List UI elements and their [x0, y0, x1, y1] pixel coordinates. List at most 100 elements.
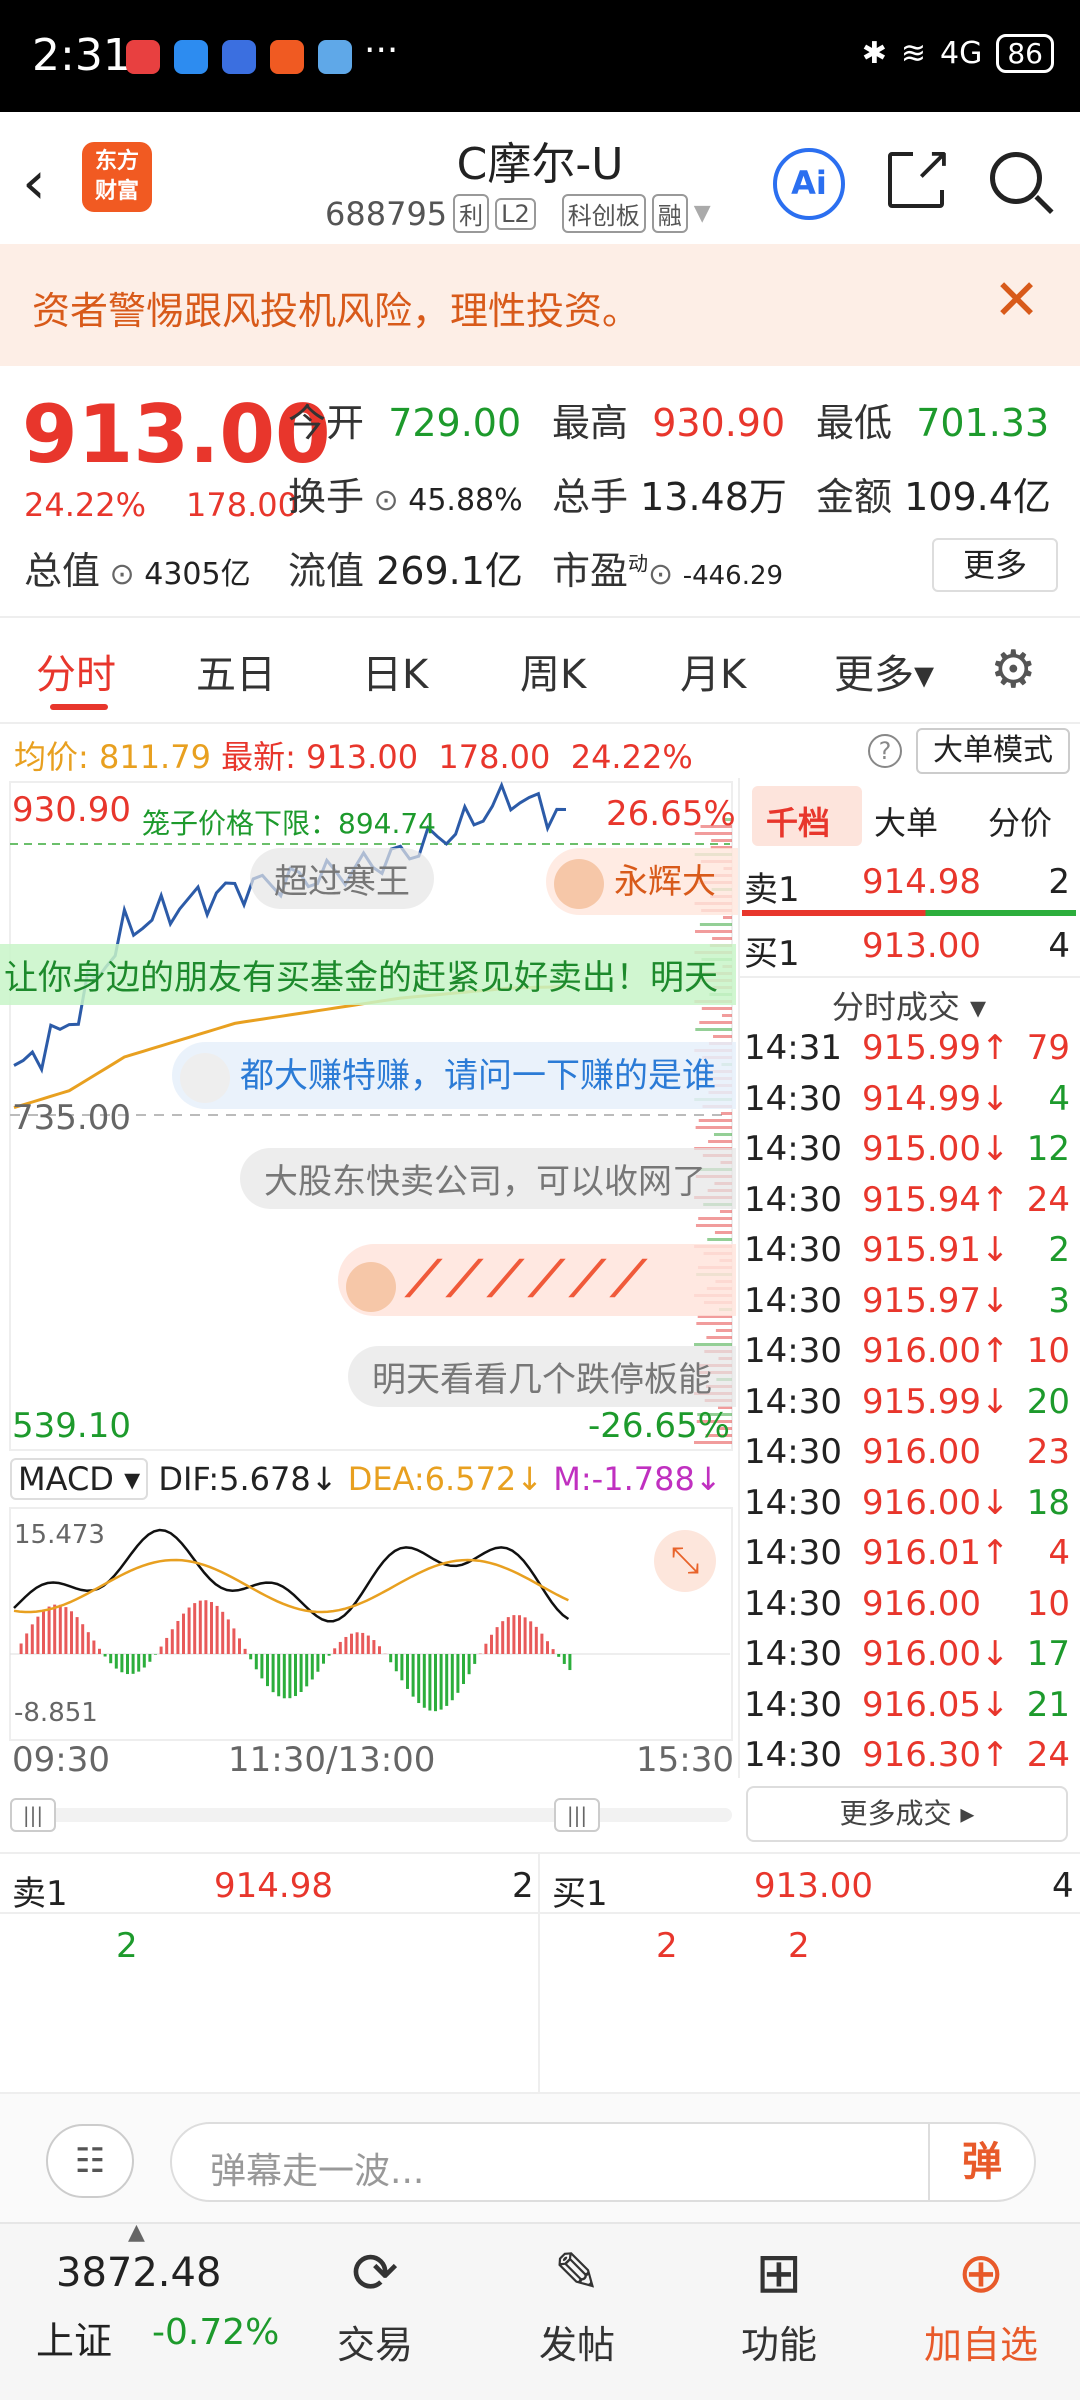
danmu-comment[interactable]: 超过寒王 [250, 848, 434, 909]
help-icon[interactable]: ? [868, 734, 902, 768]
macd-bar [25, 1633, 29, 1654]
time-axis-label: 09:30 [12, 1740, 110, 1780]
chevron-up-icon[interactable]: ▲ [128, 2220, 145, 2245]
more-quote-button[interactable]: 更多 [932, 538, 1058, 592]
tick-row: 14:30 915.91↓ 2 [744, 1230, 1076, 1280]
buy1-row: 买1 913.00 4 [744, 926, 1076, 976]
tick-volume: 4 [1048, 1078, 1070, 1119]
tab-order-book[interactable]: 千档 [766, 798, 830, 844]
volume-bar [711, 839, 732, 842]
macd-selector[interactable]: MACD ▾ [10, 1458, 149, 1500]
nav-add-watchlist[interactable]: ⊕ 加自选 [916, 2234, 1046, 2369]
tick-time: 14:30 [744, 1684, 842, 1725]
macd-bar [53, 1604, 57, 1654]
sell1-price: 914.98 [862, 862, 981, 902]
danmu-toggle-button[interactable]: 弹 [928, 2124, 1034, 2200]
macd-bar [310, 1654, 314, 1680]
volume-bar [695, 1028, 732, 1031]
search-icon[interactable] [990, 152, 1042, 204]
tab-more[interactable]: 更多▾ [834, 642, 934, 700]
tick-time: 14:30 [744, 1331, 842, 1371]
macd-bar [355, 1632, 359, 1654]
more-ticks-button[interactable]: 更多成交 ▸ [746, 1786, 1068, 1842]
macd-bar [277, 1654, 281, 1697]
buy1-volume: 4 [1052, 1866, 1074, 1906]
nav-label: 功能 [740, 2323, 817, 2367]
tick-volume: 20 [1026, 1381, 1070, 1422]
tick-price: 916.00↓ [862, 1482, 1010, 1523]
gear-icon[interactable]: ⚙ [990, 640, 1037, 700]
volume-bar [695, 1224, 732, 1227]
tab-daily-k[interactable]: 日K [362, 642, 428, 700]
info-icon[interactable]: ⊙ [648, 557, 683, 592]
macd-bar [439, 1654, 443, 1710]
share-icon[interactable] [888, 136, 952, 208]
danmu-emoji-comment[interactable]: ⟋⟋⟋⟋⟋⟋ [338, 1244, 736, 1316]
macd-bar [501, 1621, 505, 1654]
float-label: 流值 [288, 549, 365, 593]
danmu-input[interactable]: 弹幕走一波... 弹 [170, 2122, 1036, 2202]
wifi-icon: ≋ [900, 36, 927, 71]
buy1-label: 买1 [552, 1874, 608, 1914]
range-handle-right[interactable]: ||| [554, 1798, 600, 1832]
low-label: 最低 [816, 401, 893, 445]
nav-trade[interactable]: ⟳ 交易 [310, 2234, 440, 2369]
macd-bar [81, 1624, 85, 1654]
danmu-comment[interactable]: 让你身边的朋友有买基金的赶紧见好卖出！明天 [0, 944, 736, 1005]
tick-price: 914.99↓ [862, 1078, 1010, 1119]
quote-panel: 913.00 24.22% 178.00 今开 729.00 最高 930.90… [0, 366, 1080, 616]
macd-bar [238, 1638, 241, 1654]
danmu-comment[interactable]: 都大赚特赚，请问一下赚的是谁 [172, 1042, 736, 1109]
tick-volume: 17 [1026, 1634, 1070, 1674]
ticks-title[interactable]: 分时成交 ▾ [738, 982, 1080, 1028]
nav-functions[interactable]: ⊞ 功能 [714, 2234, 844, 2369]
expand-icon[interactable]: ⤡ [654, 1530, 716, 1592]
tab-intraday[interactable]: 分时 [36, 642, 116, 700]
sell1-row: 卖1 914.98 2 [744, 862, 1076, 912]
chevron-down-icon[interactable]: ▼ [694, 201, 711, 226]
macd-bar [467, 1654, 471, 1675]
tab-monthly-k[interactable]: 月K [680, 642, 746, 700]
avatar [346, 1261, 396, 1312]
tick-volume: 23 [1026, 1432, 1070, 1472]
time-range-scrollbar[interactable] [10, 1808, 732, 1822]
macd-bar [534, 1626, 538, 1654]
range-handle-left[interactable]: ||| [10, 1798, 56, 1832]
big-order-mode-button[interactable]: 大单模式 [916, 728, 1070, 774]
avatar [554, 858, 604, 909]
info-icon[interactable]: ⊙ [364, 483, 408, 518]
tab-price-distribution[interactable]: 分价 [988, 798, 1052, 844]
danmu-comment[interactable]: 明天看看几个跌停板能 [348, 1346, 736, 1407]
divider [738, 778, 740, 1778]
macd-bar [372, 1640, 376, 1654]
buy1-price: 913.00 [754, 1866, 873, 1906]
chart-mid-price: 735.00 [12, 1098, 131, 1138]
info-icon[interactable]: ⊙ [100, 557, 144, 592]
tag-badge: 科创板 [561, 194, 646, 233]
trade-panel: 千档 大单 分价 卖1 914.98 2 买1 913.00 4 分时成交 ▾ … [738, 778, 1080, 1854]
time-axis-label: 11:30/13:00 [228, 1740, 436, 1780]
close-icon[interactable]: ✕ [993, 268, 1040, 333]
macd-bar [254, 1654, 258, 1670]
macd-bar [422, 1654, 426, 1708]
macd-bar [378, 1646, 381, 1654]
order-book-summary: 卖1 914.98 2 2 买1 913.00 4 2 2 [0, 1852, 1080, 2094]
app-notification-icon [318, 40, 352, 74]
tab-big-orders[interactable]: 大单 [874, 798, 938, 844]
intraday-chart[interactable]: 930.90 26.65% 笼子价格下限：894.74 735.00 539.1… [0, 778, 740, 1854]
tab-weekly-k[interactable]: 周K [520, 642, 586, 700]
danmu-comment[interactable]: 永辉大 [546, 848, 740, 915]
tab-five-day[interactable]: 五日 [196, 642, 276, 700]
nav-post[interactable]: ✎ 发帖 [512, 2234, 642, 2369]
cloud-notification-icon [174, 40, 208, 74]
macd-bar [428, 1654, 432, 1711]
macd-bar [394, 1654, 398, 1672]
latest-label: 最新: [221, 738, 296, 776]
macd-bar [299, 1654, 303, 1692]
ai-assistant-button[interactable]: Ai [773, 148, 845, 220]
volume-bar [696, 1322, 732, 1325]
cage-limit-text: 笼子价格下限：894.74 [142, 807, 436, 840]
macd-bar [137, 1654, 141, 1672]
comment-settings-icon[interactable]: ☷ [46, 2124, 134, 2198]
danmu-comment[interactable]: 大股东快卖公司，可以收网了 [240, 1148, 736, 1209]
